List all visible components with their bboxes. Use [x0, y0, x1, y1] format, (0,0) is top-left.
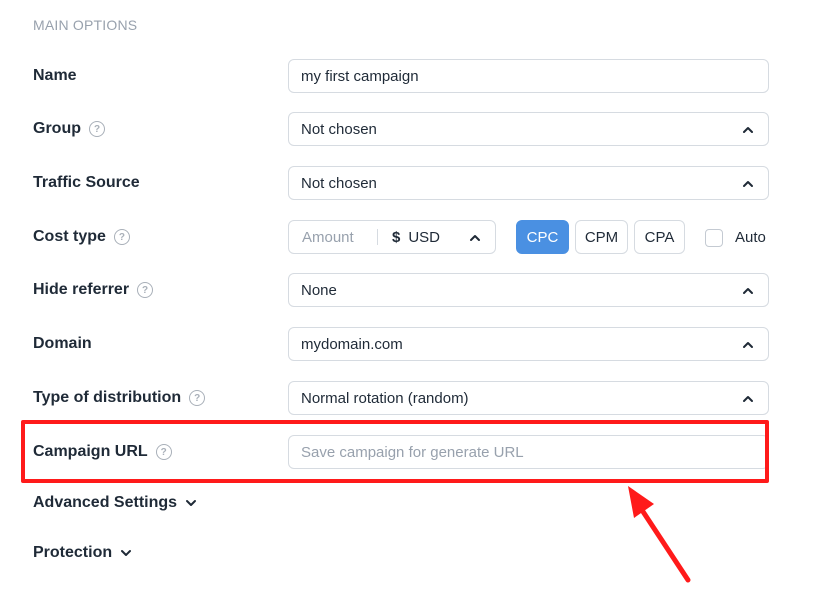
distribution-label-text: Type of distribution: [33, 389, 182, 406]
traffic-source-label: Traffic Source: [33, 174, 140, 191]
group-select[interactable]: Not chosen: [288, 112, 769, 146]
traffic-source-row: Traffic Source Not chosen: [0, 166, 815, 200]
traffic-source-select[interactable]: Not chosen: [288, 166, 769, 200]
cost-type-label-text: Cost type: [33, 228, 106, 245]
domain-row: Domain mydomain.com: [0, 327, 815, 361]
group-label: Group ?: [33, 112, 105, 146]
currency-value: USD: [408, 228, 441, 246]
help-icon[interactable]: ?: [189, 390, 206, 406]
campaign-url-input[interactable]: Save campaign for generate URL: [288, 435, 769, 469]
chevron-up-icon: [743, 288, 753, 294]
chevron-down-icon: [186, 500, 197, 506]
section-title: MAIN OPTIONS: [33, 17, 138, 33]
help-icon[interactable]: ?: [89, 121, 105, 137]
advanced-settings-label: Advanced Settings: [33, 494, 178, 511]
domain-value: mydomain.com: [301, 335, 403, 353]
name-label: Name: [33, 67, 77, 84]
campaign-url-row: Campaign URL ? Save campaign for generat…: [0, 435, 815, 469]
auto-label: Auto: [735, 228, 766, 246]
dollar-icon: $: [392, 228, 401, 246]
distribution-row: Type of distribution ? Normal rotation (…: [0, 381, 815, 415]
hide-referrer-row: Hide referrer ? None: [0, 273, 815, 307]
hide-referrer-label-text: Hide referrer: [33, 281, 130, 298]
chevron-down-icon: [121, 550, 132, 556]
campaign-url-label-text: Campaign URL: [33, 443, 148, 460]
currency-select[interactable]: $ USD: [378, 229, 440, 246]
name-row: Name my first campaign: [0, 59, 815, 93]
chevron-up-icon: [743, 342, 753, 348]
group-row: Group ? Not chosen: [0, 112, 815, 146]
traffic-source-value: Not chosen: [301, 174, 377, 192]
name-input[interactable]: my first campaign: [288, 59, 769, 93]
amount-input[interactable]: Amount: [289, 229, 377, 246]
cpc-button[interactable]: CPC: [516, 220, 569, 254]
arrow-icon: [628, 486, 691, 583]
distribution-value: Normal rotation (random): [301, 389, 469, 407]
cpa-button[interactable]: CPA: [634, 220, 685, 254]
hide-referrer-select[interactable]: None: [288, 273, 769, 307]
cost-type-row: Cost type ? Amount $ USD CPC CPM CPA Aut…: [0, 220, 815, 254]
advanced-settings-toggle[interactable]: Advanced Settings: [33, 494, 197, 512]
auto-checkbox[interactable]: [705, 229, 723, 247]
protection-label: Protection: [33, 544, 113, 561]
chevron-up-icon: [743, 181, 753, 187]
help-icon[interactable]: ?: [155, 444, 172, 460]
chevron-up-icon: [743, 127, 753, 133]
domain-select[interactable]: mydomain.com: [288, 327, 769, 361]
chevron-up-icon[interactable]: [469, 232, 481, 244]
cost-type-label: Cost type ?: [33, 220, 130, 254]
distribution-label: Type of distribution ?: [33, 381, 206, 415]
help-icon[interactable]: ?: [113, 229, 130, 245]
help-icon[interactable]: ?: [137, 282, 154, 298]
protection-toggle[interactable]: Protection: [33, 544, 132, 562]
domain-label: Domain: [33, 335, 92, 352]
hide-referrer-value: None: [301, 281, 337, 299]
chevron-up-icon: [743, 396, 753, 402]
cpm-button[interactable]: CPM: [575, 220, 628, 254]
group-select-value: Not chosen: [301, 120, 377, 138]
distribution-select[interactable]: Normal rotation (random): [288, 381, 769, 415]
campaign-url-label: Campaign URL ?: [33, 435, 172, 469]
group-label-text: Group: [33, 120, 81, 137]
amount-currency-field: Amount $ USD: [288, 220, 496, 254]
hide-referrer-label: Hide referrer ?: [33, 273, 154, 307]
